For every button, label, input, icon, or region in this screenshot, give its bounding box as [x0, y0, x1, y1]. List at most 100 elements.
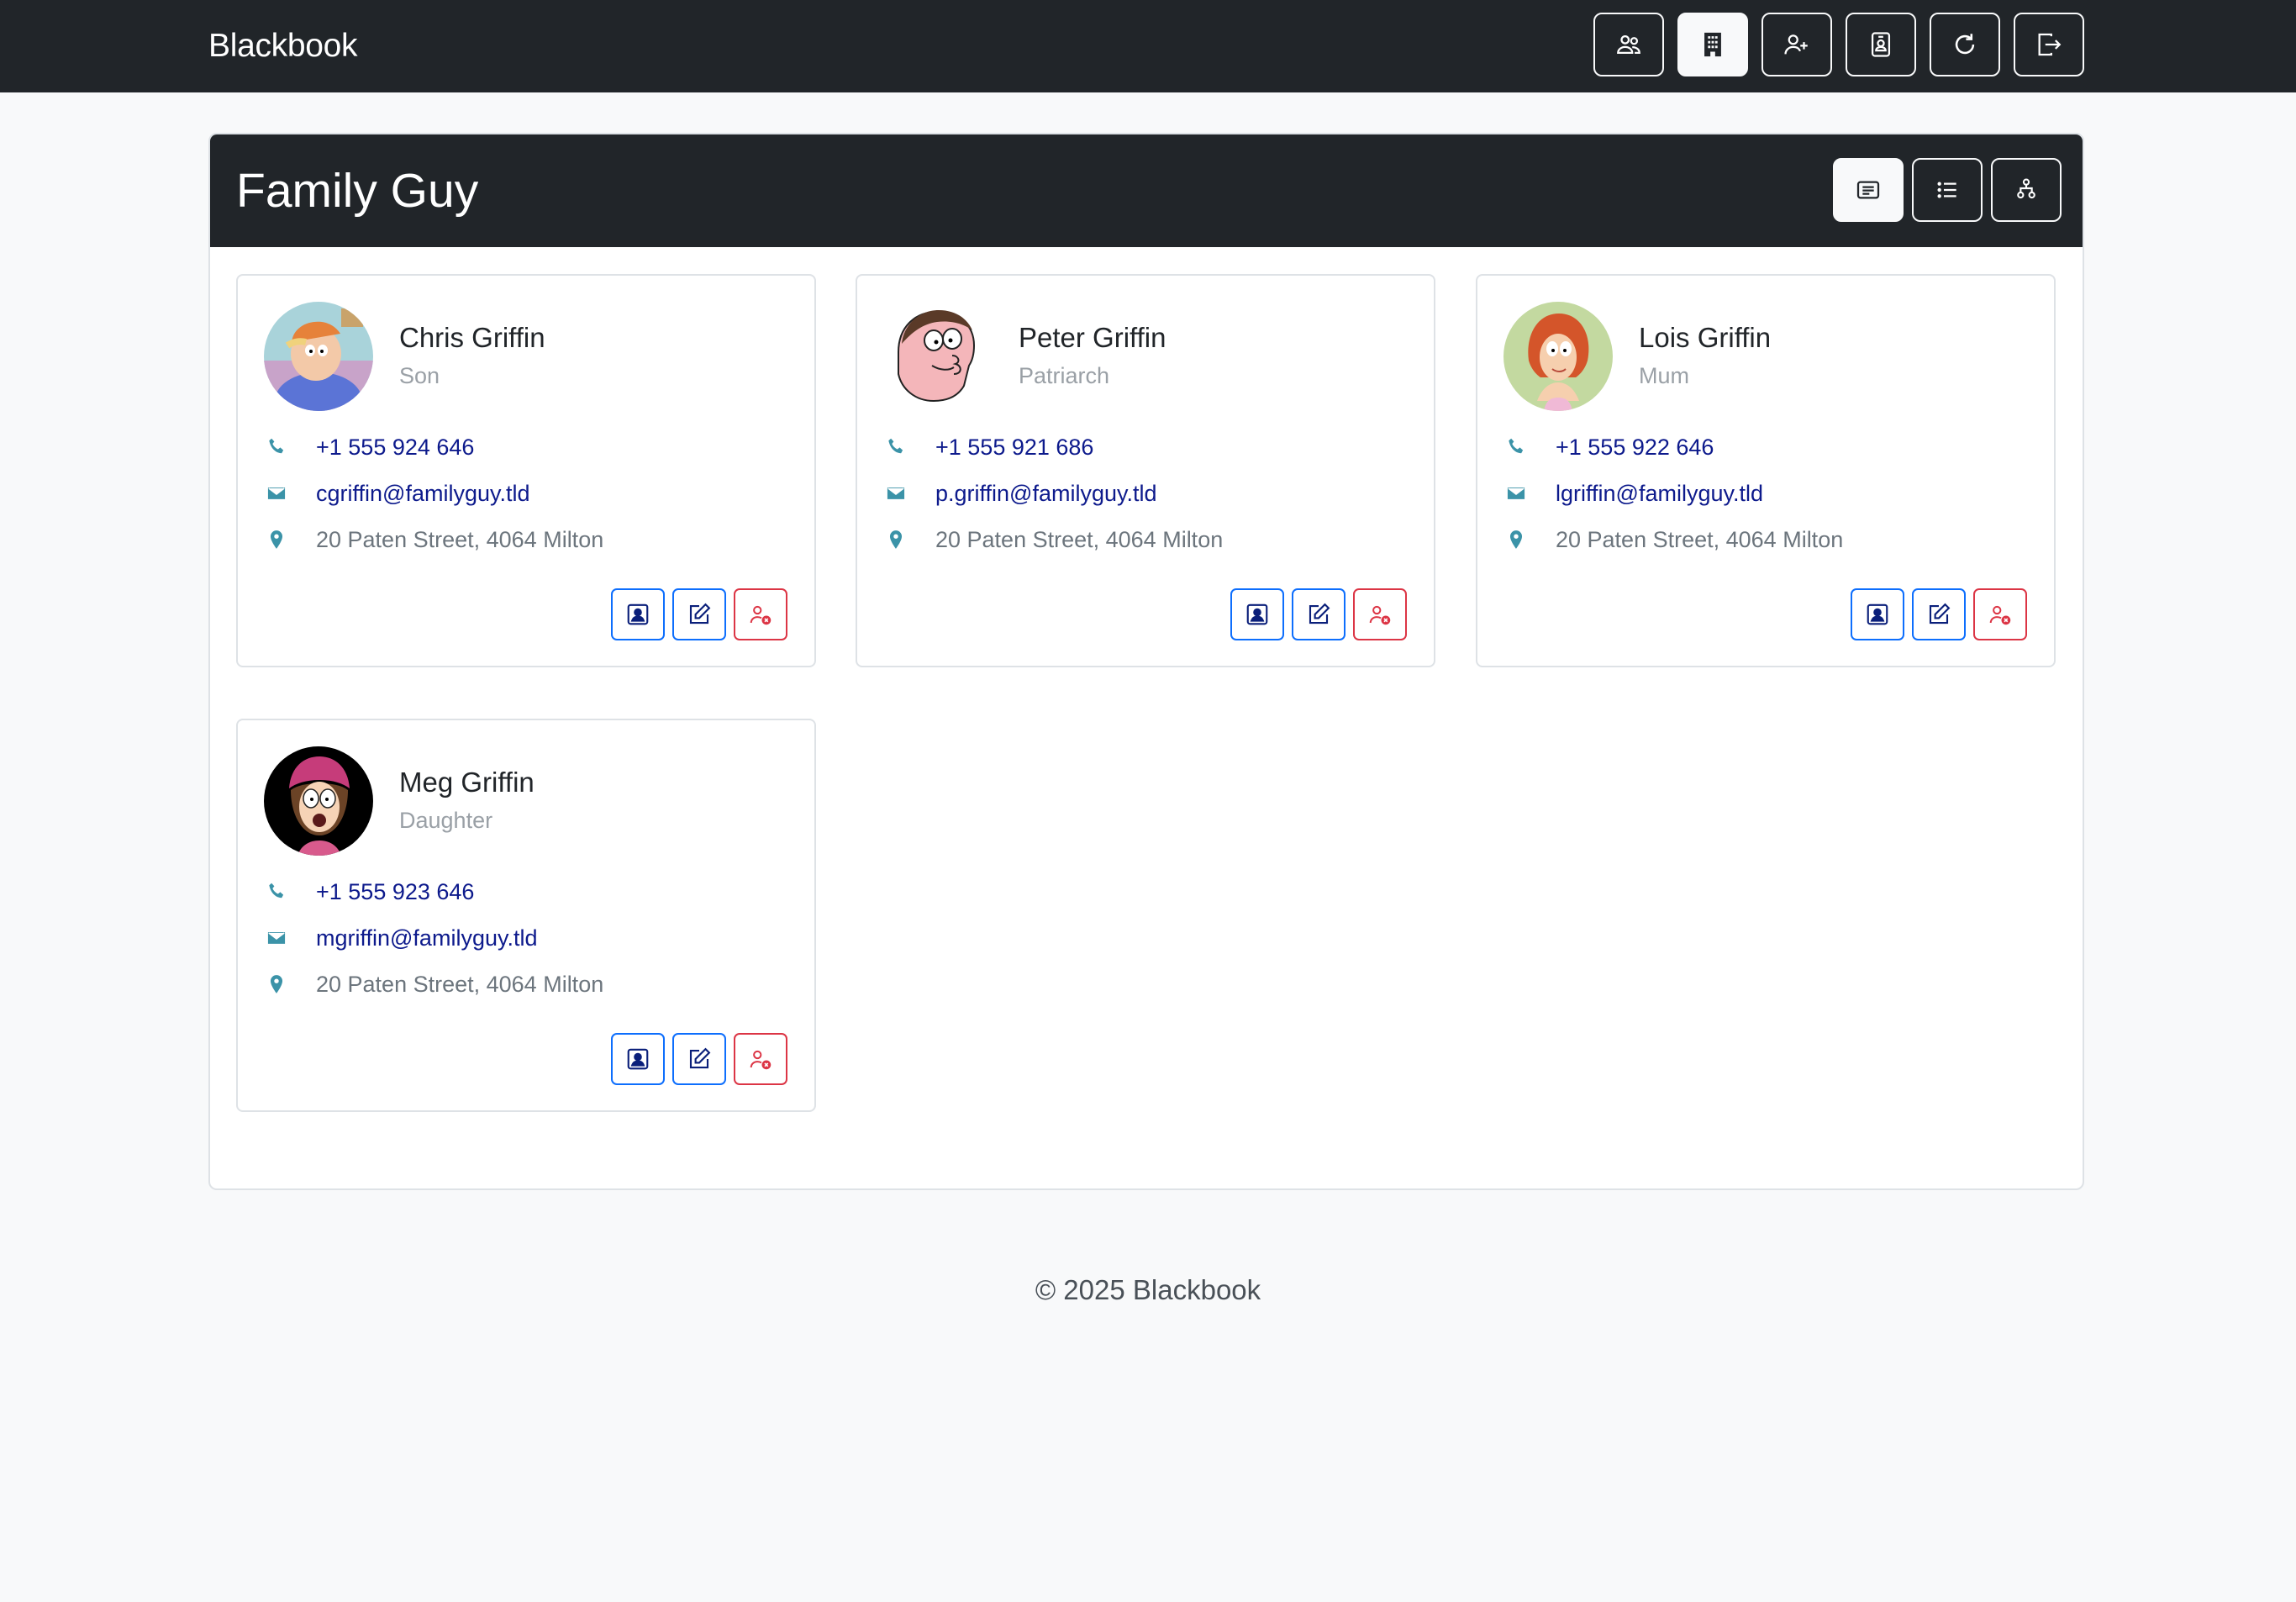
phone-icon — [264, 435, 289, 460]
person-square-icon — [627, 1048, 649, 1070]
contact-email-link[interactable]: p.griffin@familyguy.tld — [935, 481, 1157, 507]
contact-role: Son — [399, 363, 440, 388]
hierarchy-view-icon — [2017, 178, 2035, 199]
person-add-icon — [1784, 34, 1808, 55]
view-contact-button[interactable] — [611, 588, 665, 640]
phone-icon — [883, 435, 908, 460]
list-view-icon — [1937, 182, 1956, 198]
view-contact-button[interactable] — [1230, 588, 1284, 640]
card-actions — [1230, 588, 1407, 640]
phone-icon — [1503, 435, 1529, 460]
phone-icon — [264, 879, 289, 904]
contact-card: Lois Griffin Mum +1 555 922 646 lgriffin… — [1476, 274, 2056, 667]
contact-name[interactable]: Chris Griffin — [399, 322, 545, 354]
group-panel-header: Family Guy — [210, 134, 2083, 247]
envelope-icon — [883, 481, 908, 506]
contact-card: Peter Griffin Patriarch +1 555 921 686 p… — [856, 274, 1435, 667]
person-square-icon — [1246, 603, 1268, 625]
profile-nav-button[interactable] — [1846, 13, 1916, 76]
contact-role: Daughter — [399, 808, 493, 833]
organizations-nav-button[interactable] — [1677, 13, 1748, 76]
contact-name[interactable]: Meg Griffin — [399, 767, 535, 798]
card-actions — [611, 1033, 787, 1085]
contact-phone-row: +1 555 924 646 — [264, 430, 474, 464]
contact-email-row: p.griffin@familyguy.tld — [883, 477, 1157, 510]
contact-name[interactable]: Peter Griffin — [1019, 322, 1166, 354]
avatar — [264, 746, 373, 856]
contact-email-row: mgriffin@familyguy.tld — [264, 921, 538, 955]
contact-phone-link[interactable]: +1 555 922 646 — [1556, 435, 1714, 461]
location-pin-icon — [883, 527, 908, 552]
avatar — [883, 302, 993, 411]
location-pin-icon — [264, 527, 289, 552]
brand-logo-text[interactable]: Blackbook — [208, 0, 358, 92]
envelope-icon — [264, 481, 289, 506]
person-square-icon — [627, 603, 649, 625]
contact-email-row: lgriffin@familyguy.tld — [1503, 477, 1763, 510]
contacts-nav-button[interactable] — [1593, 13, 1664, 76]
contact-name[interactable]: Lois Griffin — [1639, 322, 1771, 354]
contact-role: Patriarch — [1019, 363, 1110, 388]
refresh-icon — [1955, 34, 1975, 55]
people-icon — [1617, 34, 1640, 55]
edit-contact-button[interactable] — [1912, 588, 1966, 640]
refresh-nav-button[interactable] — [1930, 13, 2000, 76]
group-title: Family Guy — [236, 164, 479, 218]
contact-card: Meg Griffin Daughter +1 555 923 646 mgri… — [236, 719, 816, 1112]
person-remove-icon — [750, 605, 771, 625]
page-footer: © 2025 Blackbook — [1035, 1274, 1261, 1305]
contact-email-link[interactable]: lgriffin@familyguy.tld — [1556, 481, 1763, 507]
edit-contact-button[interactable] — [1292, 588, 1345, 640]
card-view-button[interactable] — [1833, 158, 1904, 222]
location-pin-icon — [264, 972, 289, 997]
delete-contact-button[interactable] — [734, 588, 787, 640]
avatar — [264, 302, 373, 411]
person-remove-icon — [1989, 605, 2011, 625]
logout-icon — [2038, 33, 2062, 56]
view-contact-button[interactable] — [611, 1033, 665, 1085]
contact-address: 20 Paten Street, 4064 Milton — [316, 526, 604, 552]
hierarchy-view-button[interactable] — [1991, 158, 2062, 222]
view-contact-button[interactable] — [1851, 588, 1904, 640]
contact-address: 20 Paten Street, 4064 Milton — [935, 526, 1224, 552]
contact-address-row: 20 Paten Street, 4064 Milton — [264, 967, 603, 1001]
card-actions — [1851, 588, 2027, 640]
avatar-image — [264, 746, 373, 856]
edit-icon — [1309, 603, 1330, 624]
contact-address-row: 20 Paten Street, 4064 Milton — [264, 523, 603, 556]
edit-contact-button[interactable] — [672, 588, 726, 640]
avatar-image — [264, 302, 373, 411]
contact-phone-link[interactable]: +1 555 924 646 — [316, 435, 474, 461]
add-contact-nav-button[interactable] — [1761, 13, 1832, 76]
contact-email-link[interactable]: mgriffin@familyguy.tld — [316, 925, 538, 951]
delete-contact-button[interactable] — [734, 1033, 787, 1085]
avatar-image — [1503, 302, 1613, 411]
contact-phone-row: +1 555 921 686 — [883, 430, 1093, 464]
contact-card: Chris Griffin Son +1 555 924 646 cgriffi… — [236, 274, 816, 667]
card-view-icon — [1856, 181, 1880, 199]
envelope-icon — [1503, 481, 1529, 506]
person-badge-icon — [1871, 32, 1891, 57]
contact-phone-row: +1 555 923 646 — [264, 875, 474, 909]
top-navbar: Blackbook — [0, 0, 2296, 92]
delete-contact-button[interactable] — [1353, 588, 1407, 640]
list-view-button[interactable] — [1912, 158, 1983, 222]
contact-address: 20 Paten Street, 4064 Milton — [316, 971, 604, 997]
person-remove-icon — [750, 1050, 771, 1070]
contact-role: Mum — [1639, 363, 1689, 388]
person-square-icon — [1867, 603, 1888, 625]
contact-address: 20 Paten Street, 4064 Milton — [1556, 526, 1844, 552]
contact-address-row: 20 Paten Street, 4064 Milton — [1503, 523, 1843, 556]
card-actions — [611, 588, 787, 640]
building-icon — [1704, 32, 1721, 57]
delete-contact-button[interactable] — [1973, 588, 2027, 640]
edit-contact-button[interactable] — [672, 1033, 726, 1085]
view-toggle-group — [1833, 158, 2062, 222]
contact-email-link[interactable]: cgriffin@familyguy.tld — [316, 481, 530, 507]
contact-email-row: cgriffin@familyguy.tld — [264, 477, 530, 510]
nav-button-group — [1593, 13, 2084, 76]
contact-phone-link[interactable]: +1 555 923 646 — [316, 879, 474, 905]
contact-phone-link[interactable]: +1 555 921 686 — [935, 435, 1093, 461]
person-remove-icon — [1369, 605, 1391, 625]
logout-nav-button[interactable] — [2014, 13, 2084, 76]
